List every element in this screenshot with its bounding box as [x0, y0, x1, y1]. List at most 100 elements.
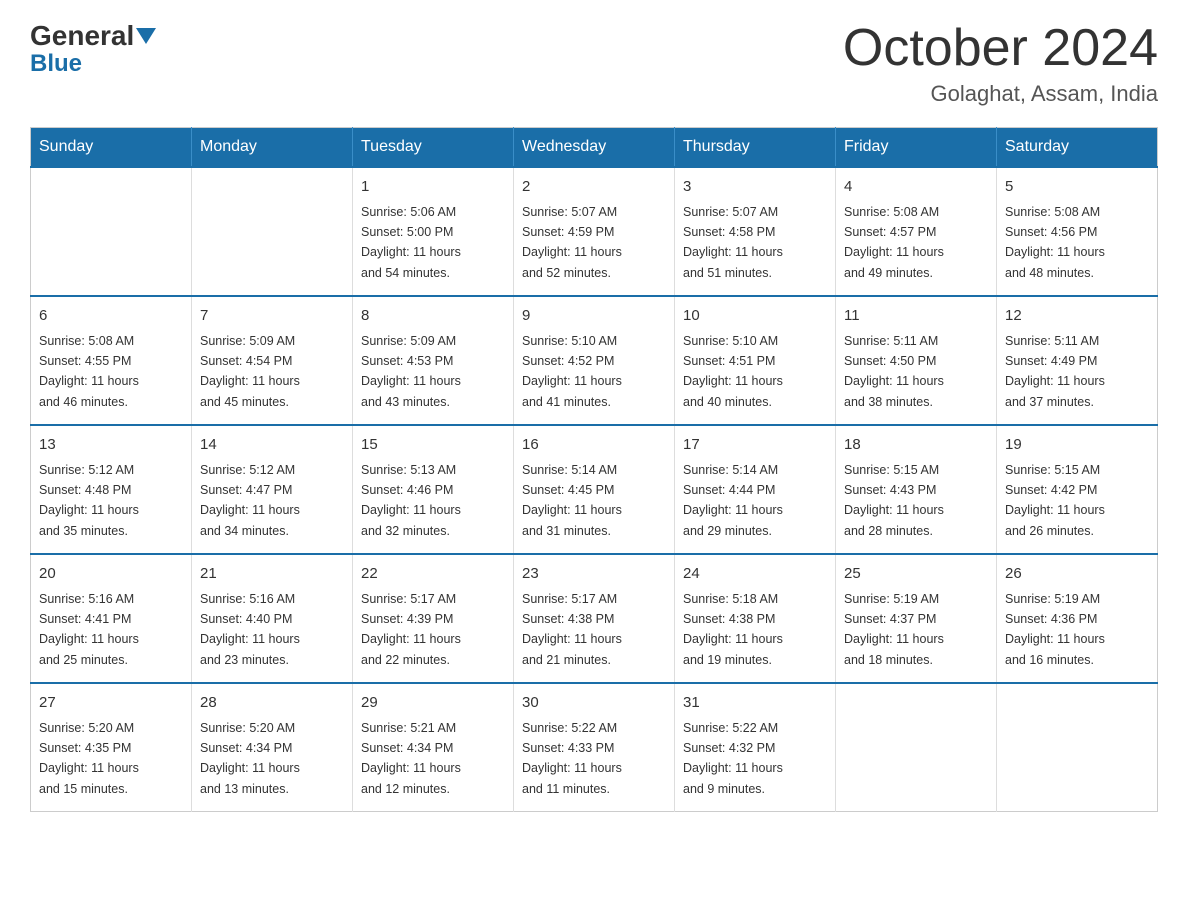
- day-number: 18: [844, 434, 988, 457]
- day-info: Sunrise: 5:12 AM Sunset: 4:47 PM Dayligh…: [200, 463, 300, 538]
- day-cell: 22Sunrise: 5:17 AM Sunset: 4:39 PM Dayli…: [353, 554, 514, 683]
- day-cell: 20Sunrise: 5:16 AM Sunset: 4:41 PM Dayli…: [31, 554, 192, 683]
- day-cell: 16 Sunrise: 5:14 AM Sunset: 4:45 PM Dayli…: [514, 425, 675, 554]
- day-number: 3: [683, 176, 827, 199]
- week-row-4: 27 Sunrise: 5:20 AM Sunset: 4:35 PM Dayli…: [31, 683, 1158, 812]
- month-title: October 2024: [843, 20, 1158, 77]
- day-number: 24: [683, 563, 827, 586]
- day-info: Sunrise: 5:11 AM Sunset: 4:50 PM Dayligh…: [844, 334, 944, 409]
- day-cell: 23 Sunrise: 5:17 AM Sunset: 4:38 PM Dayli…: [514, 554, 675, 683]
- day-cell: 5 Sunrise: 5:08 AM Sunset: 4:56 PM Daylig…: [997, 167, 1158, 296]
- day-info: Sunrise: 5:14 AM Sunset: 4:45 PM Dayligh…: [522, 463, 622, 538]
- day-info: Sunrise: 5:08 AM Sunset: 4:57 PM Dayligh…: [844, 205, 944, 280]
- day-cell: 11 Sunrise: 5:11 AM Sunset: 4:50 PM Dayli…: [836, 296, 997, 425]
- day-info: Sunrise: 5:06 AM Sunset: 5:00 PM Dayligh…: [361, 205, 461, 280]
- day-cell: 25 Sunrise: 5:19 AM Sunset: 4:37 PM Dayli…: [836, 554, 997, 683]
- day-info: Sunrise: 5:09 AM Sunset: 4:54 PM Dayligh…: [200, 334, 300, 409]
- day-info: Sunrise: 5:21 AM Sunset: 4:34 PM Dayligh…: [361, 721, 461, 796]
- day-cell: 9Sunrise: 5:10 AM Sunset: 4:52 PM Daylig…: [514, 296, 675, 425]
- day-cell: [192, 167, 353, 296]
- day-cell: 17Sunrise: 5:14 AM Sunset: 4:44 PM Dayli…: [675, 425, 836, 554]
- day-cell: 8 Sunrise: 5:09 AM Sunset: 4:53 PM Daylig…: [353, 296, 514, 425]
- day-info: Sunrise: 5:07 AM Sunset: 4:58 PM Dayligh…: [683, 205, 783, 280]
- day-info: Sunrise: 5:08 AM Sunset: 4:56 PM Dayligh…: [1005, 205, 1105, 280]
- day-info: Sunrise: 5:18 AM Sunset: 4:38 PM Dayligh…: [683, 592, 783, 667]
- logo: General: [30, 20, 158, 52]
- day-cell: 1Sunrise: 5:06 AM Sunset: 5:00 PM Daylig…: [353, 167, 514, 296]
- day-cell: 27 Sunrise: 5:20 AM Sunset: 4:35 PM Dayli…: [31, 683, 192, 812]
- day-info: Sunrise: 5:15 AM Sunset: 4:42 PM Dayligh…: [1005, 463, 1105, 538]
- day-cell: 12 Sunrise: 5:11 AM Sunset: 4:49 PM Dayli…: [997, 296, 1158, 425]
- day-cell: 4Sunrise: 5:08 AM Sunset: 4:57 PM Daylig…: [836, 167, 997, 296]
- calendar-table: SundayMondayTuesdayWednesdayThursdayFrid…: [30, 127, 1158, 812]
- day-info: Sunrise: 5:14 AM Sunset: 4:44 PM Dayligh…: [683, 463, 783, 538]
- day-number: 5: [1005, 176, 1149, 199]
- day-number: 23: [522, 563, 666, 586]
- day-cell: 24 Sunrise: 5:18 AM Sunset: 4:38 PM Dayli…: [675, 554, 836, 683]
- logo-blue-text: Blue: [30, 50, 82, 78]
- day-info: Sunrise: 5:19 AM Sunset: 4:37 PM Dayligh…: [844, 592, 944, 667]
- header-day-wednesday: Wednesday: [514, 128, 675, 168]
- day-cell: 7 Sunrise: 5:09 AM Sunset: 4:54 PM Daylig…: [192, 296, 353, 425]
- day-cell: 19 Sunrise: 5:15 AM Sunset: 4:42 PM Dayli…: [997, 425, 1158, 554]
- day-info: Sunrise: 5:15 AM Sunset: 4:43 PM Dayligh…: [844, 463, 944, 538]
- day-number: 8: [361, 305, 505, 328]
- day-number: 19: [1005, 434, 1149, 457]
- week-row-1: 6 Sunrise: 5:08 AM Sunset: 4:55 PM Daylig…: [31, 296, 1158, 425]
- day-info: Sunrise: 5:19 AM Sunset: 4:36 PM Dayligh…: [1005, 592, 1105, 667]
- day-cell: 2 Sunrise: 5:07 AM Sunset: 4:59 PM Daylig…: [514, 167, 675, 296]
- day-cell: 6 Sunrise: 5:08 AM Sunset: 4:55 PM Daylig…: [31, 296, 192, 425]
- day-cell: 30 Sunrise: 5:22 AM Sunset: 4:33 PM Dayli…: [514, 683, 675, 812]
- week-row-3: 20Sunrise: 5:16 AM Sunset: 4:41 PM Dayli…: [31, 554, 1158, 683]
- day-info: Sunrise: 5:09 AM Sunset: 4:53 PM Dayligh…: [361, 334, 461, 409]
- day-info: Sunrise: 5:22 AM Sunset: 4:32 PM Dayligh…: [683, 721, 783, 796]
- day-info: Sunrise: 5:07 AM Sunset: 4:59 PM Dayligh…: [522, 205, 622, 280]
- day-cell: 13 Sunrise: 5:12 AM Sunset: 4:48 PM Dayli…: [31, 425, 192, 554]
- day-cell: 31 Sunrise: 5:22 AM Sunset: 4:32 PM Dayli…: [675, 683, 836, 812]
- logo-area: General Blue: [30, 20, 158, 78]
- calendar-body: 1Sunrise: 5:06 AM Sunset: 5:00 PM Daylig…: [31, 167, 1158, 812]
- day-number: 31: [683, 692, 827, 715]
- day-cell: [997, 683, 1158, 812]
- day-number: 26: [1005, 563, 1149, 586]
- day-cell: 18 Sunrise: 5:15 AM Sunset: 4:43 PM Dayli…: [836, 425, 997, 554]
- title-area: October 2024 Golaghat, Assam, India: [843, 20, 1158, 107]
- day-info: Sunrise: 5:20 AM Sunset: 4:35 PM Dayligh…: [39, 721, 139, 796]
- week-row-2: 13 Sunrise: 5:12 AM Sunset: 4:48 PM Dayli…: [31, 425, 1158, 554]
- day-number: 14: [200, 434, 344, 457]
- day-cell: 26 Sunrise: 5:19 AM Sunset: 4:36 PM Dayli…: [997, 554, 1158, 683]
- day-info: Sunrise: 5:17 AM Sunset: 4:38 PM Dayligh…: [522, 592, 622, 667]
- day-number: 27: [39, 692, 183, 715]
- header-row: SundayMondayTuesdayWednesdayThursdayFrid…: [31, 128, 1158, 168]
- day-info: Sunrise: 5:22 AM Sunset: 4:33 PM Dayligh…: [522, 721, 622, 796]
- day-info: Sunrise: 5:08 AM Sunset: 4:55 PM Dayligh…: [39, 334, 139, 409]
- day-number: 13: [39, 434, 183, 457]
- day-cell: 14 Sunrise: 5:12 AM Sunset: 4:47 PM Dayli…: [192, 425, 353, 554]
- day-info: Sunrise: 5:17 AM Sunset: 4:39 PM Dayligh…: [361, 592, 461, 667]
- day-number: 12: [1005, 305, 1149, 328]
- calendar-header: SundayMondayTuesdayWednesdayThursdayFrid…: [31, 128, 1158, 168]
- day-number: 20: [39, 563, 183, 586]
- day-cell: 21Sunrise: 5:16 AM Sunset: 4:40 PM Dayli…: [192, 554, 353, 683]
- header-day-thursday: Thursday: [675, 128, 836, 168]
- day-number: 30: [522, 692, 666, 715]
- day-number: 11: [844, 305, 988, 328]
- location-title: Golaghat, Assam, India: [843, 81, 1158, 107]
- header-day-sunday: Sunday: [31, 128, 192, 168]
- day-cell: 3 Sunrise: 5:07 AM Sunset: 4:58 PM Daylig…: [675, 167, 836, 296]
- day-cell: [31, 167, 192, 296]
- day-number: 2: [522, 176, 666, 199]
- day-cell: [836, 683, 997, 812]
- day-number: 25: [844, 563, 988, 586]
- day-number: 9: [522, 305, 666, 328]
- day-number: 7: [200, 305, 344, 328]
- day-number: 15: [361, 434, 505, 457]
- logo-general-text: General: [30, 20, 134, 52]
- day-number: 21: [200, 563, 344, 586]
- day-cell: 15Sunrise: 5:13 AM Sunset: 4:46 PM Dayli…: [353, 425, 514, 554]
- day-number: 16: [522, 434, 666, 457]
- day-number: 6: [39, 305, 183, 328]
- header-day-saturday: Saturday: [997, 128, 1158, 168]
- day-info: Sunrise: 5:12 AM Sunset: 4:48 PM Dayligh…: [39, 463, 139, 538]
- day-info: Sunrise: 5:11 AM Sunset: 4:49 PM Dayligh…: [1005, 334, 1105, 409]
